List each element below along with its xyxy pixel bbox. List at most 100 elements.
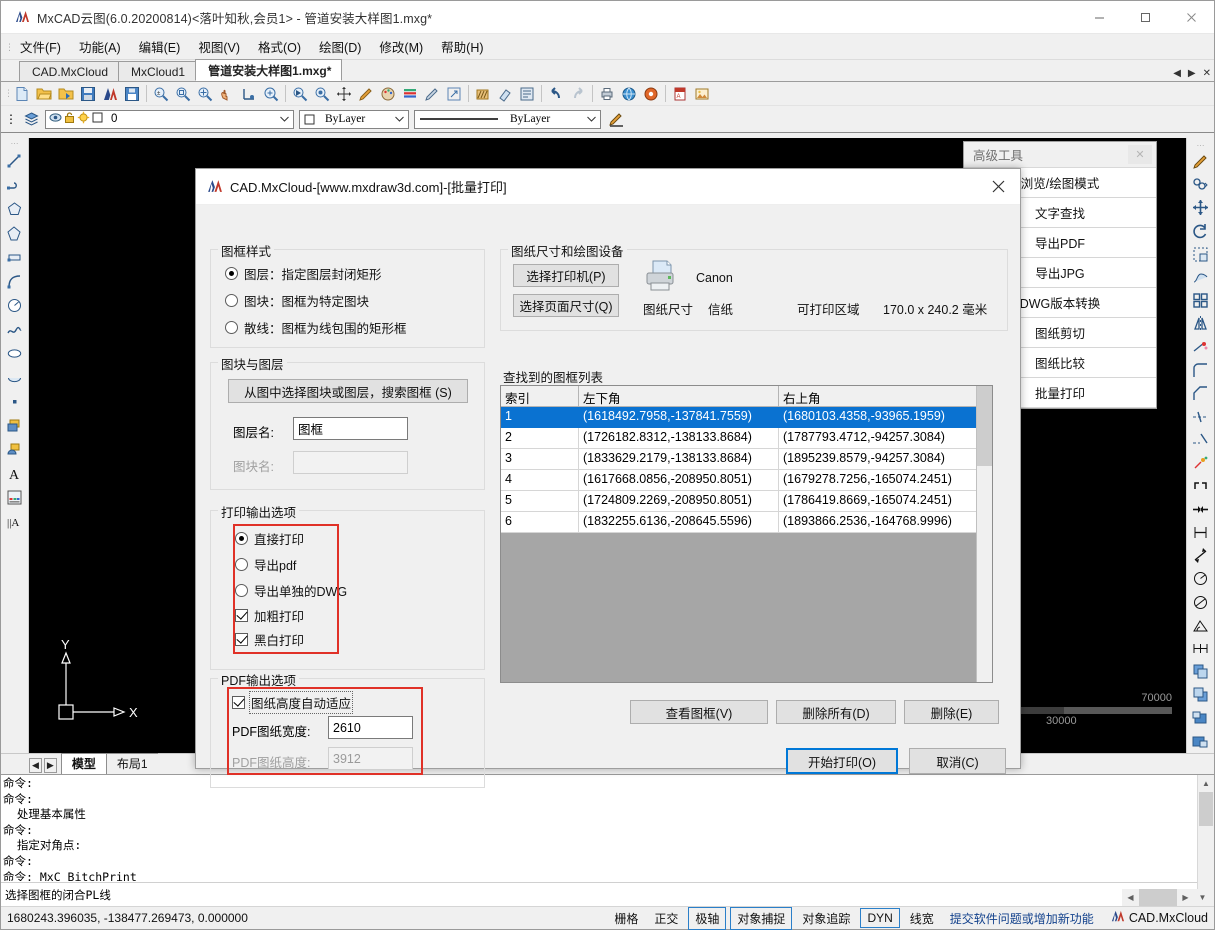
color-combo-chevron-down-icon[interactable] xyxy=(394,114,405,125)
layout-tab-layout1[interactable]: 布局1 xyxy=(105,753,158,774)
select-page-size-button[interactable]: 选择页面尺寸(Q) xyxy=(513,294,619,317)
linetype-combo-chevron-down-icon[interactable] xyxy=(586,114,597,125)
menu-function[interactable]: 功能(A) xyxy=(70,34,130,59)
save-icon[interactable] xyxy=(77,83,99,105)
menu-view[interactable]: 视图(V) xyxy=(189,34,249,59)
join-icon[interactable] xyxy=(1189,498,1213,521)
arc-icon[interactable] xyxy=(3,269,27,293)
stretch-icon[interactable] xyxy=(1189,266,1213,289)
frame-style-option-layer[interactable]: 图层：指定图层封闭矩形 xyxy=(225,264,382,283)
command-horizontal-scrollbar[interactable]: ◀ ▶ ▼ xyxy=(1122,889,1214,906)
save-copy-icon[interactable] xyxy=(121,83,143,105)
maximize-button[interactable] xyxy=(1122,1,1168,34)
save-as-mxcad-icon[interactable] xyxy=(99,83,121,105)
frame-list-col-index[interactable]: 索引 xyxy=(501,386,579,407)
polyline-icon[interactable] xyxy=(3,173,27,197)
zoom-extents-icon[interactable] xyxy=(172,83,194,105)
ucs-icon[interactable] xyxy=(238,83,260,105)
scroll-thumb-horizontal[interactable] xyxy=(1139,889,1177,906)
open-file-icon[interactable] xyxy=(33,83,55,105)
doc-tab-cad-mxcloud[interactable]: CAD.MxCloud xyxy=(19,61,120,81)
web-icon[interactable] xyxy=(618,83,640,105)
send-backward-icon[interactable] xyxy=(1189,730,1213,753)
scroll-left-icon[interactable]: ◀ xyxy=(1122,889,1139,906)
diameter-dimension-icon[interactable] xyxy=(1189,591,1213,614)
polygon-icon[interactable] xyxy=(3,197,27,221)
status-toggle-ortho[interactable]: 正交 xyxy=(648,908,684,929)
zoom-window-icon[interactable]: ± xyxy=(150,83,172,105)
array-icon[interactable] xyxy=(1189,289,1213,312)
select-window-icon[interactable] xyxy=(289,83,311,105)
layout-next-icon[interactable]: ▶ xyxy=(43,758,57,773)
menu-edit[interactable]: 编辑(E) xyxy=(130,34,190,59)
undo-icon[interactable] xyxy=(545,83,567,105)
rotate-icon[interactable] xyxy=(1189,220,1213,243)
single-text-icon[interactable]: A xyxy=(3,461,27,485)
advanced-tools-close-icon[interactable]: ✕ xyxy=(1128,145,1152,164)
zoom-previous-icon[interactable] xyxy=(311,83,333,105)
explode-icon[interactable] xyxy=(1189,336,1213,359)
frame-list-control[interactable]: 索引 左下角 右上角 1 (1618492.7958,-137841.7559)… xyxy=(500,385,993,683)
doc-tab-active-drawing[interactable]: 管道安装大样图1.mxg* xyxy=(195,59,343,81)
irregular-polygon-icon[interactable] xyxy=(3,221,27,245)
pdf-width-input[interactable]: 2610 xyxy=(328,716,413,739)
linetype-combo[interactable]: ByLayer xyxy=(414,109,601,129)
print-option-export-pdf[interactable]: 导出pdf xyxy=(235,555,296,574)
menu-format[interactable]: 格式(O) xyxy=(249,34,310,59)
minimize-button[interactable] xyxy=(1076,1,1122,34)
command-vertical-scrollbar[interactable]: ▲ xyxy=(1197,775,1214,906)
continuous-dimension-icon[interactable] xyxy=(1189,637,1213,660)
copy-icon[interactable] xyxy=(1189,173,1213,196)
frame-list-col-upper-right[interactable]: 右上角 xyxy=(779,386,979,407)
move-icon[interactable] xyxy=(1189,196,1213,219)
frame-list-scrollbar[interactable] xyxy=(976,386,992,682)
angular-dimension-icon[interactable] xyxy=(1189,614,1213,637)
view-frame-button[interactable]: 查看图框(V) xyxy=(630,700,768,724)
layout-prev-icon[interactable]: ◀ xyxy=(29,758,42,773)
layer-name-input[interactable]: 图框 xyxy=(293,417,408,440)
search-frame-button[interactable]: 从图中选择图块或图层，搜索图框 (S) xyxy=(228,379,468,403)
zoom-all-icon[interactable] xyxy=(194,83,216,105)
extend-icon[interactable] xyxy=(1189,428,1213,451)
menu-help[interactable]: 帮助(H) xyxy=(432,34,492,59)
start-print-button[interactable]: 开始打印(O) xyxy=(786,748,898,774)
layer-freeze-icon[interactable] xyxy=(77,111,90,127)
erase-icon[interactable] xyxy=(494,83,516,105)
scroll-thumb[interactable] xyxy=(977,386,992,466)
properties-icon[interactable] xyxy=(516,83,538,105)
status-toggle-lineweight[interactable]: 线宽 xyxy=(904,908,940,929)
layer-combo[interactable]: 0 xyxy=(45,109,294,129)
close-button[interactable] xyxy=(1168,1,1214,34)
status-toggle-osnap[interactable]: 对象捕捉 xyxy=(730,906,793,930)
create-block-icon[interactable] xyxy=(3,437,27,461)
dialog-close-icon[interactable] xyxy=(976,169,1020,204)
tab-close-icon[interactable]: ✕ xyxy=(1203,68,1211,79)
frame-style-option-block[interactable]: 图块：图框为特定图块 xyxy=(225,291,369,310)
color-combo[interactable]: ByLayer xyxy=(299,109,409,129)
text-style-icon[interactable]: ||A xyxy=(3,509,27,533)
move-icon[interactable] xyxy=(333,83,355,105)
rectangle-icon[interactable] xyxy=(3,245,27,269)
doc-tab-mxcloud1[interactable]: MxCloud1 xyxy=(118,61,197,81)
print-icon[interactable] xyxy=(596,83,618,105)
frame-list-col-lower-left[interactable]: 左下角 xyxy=(579,386,779,407)
layer-manager-icon[interactable] xyxy=(20,108,42,130)
tab-prev-icon[interactable]: ◀ xyxy=(1173,68,1181,79)
feedback-link[interactable]: 提交软件问题或增加新功能 xyxy=(944,908,1100,929)
status-toggle-grid[interactable]: 栅格 xyxy=(608,908,644,929)
frame-style-option-lines[interactable]: 散线：图框为线包围的矩形框 xyxy=(225,318,407,337)
divide-icon[interactable] xyxy=(1189,451,1213,474)
scroll-right-icon[interactable]: ▶ xyxy=(1177,889,1194,906)
scroll-thumb[interactable] xyxy=(1199,792,1213,826)
export-jpg-icon[interactable] xyxy=(691,83,713,105)
new-file-icon[interactable] xyxy=(11,83,33,105)
select-printer-button[interactable]: 选择打印机(P) xyxy=(513,264,619,287)
frame-list-row[interactable]: 6 (1832255.6136,-208645.5596) (1893866.2… xyxy=(501,512,992,533)
multiline-text-icon[interactable] xyxy=(3,485,27,509)
ellipse-icon[interactable] xyxy=(3,341,27,365)
insert-block-icon[interactable] xyxy=(3,413,27,437)
layer-list-icon[interactable] xyxy=(399,83,421,105)
point-icon[interactable] xyxy=(3,389,27,413)
break-icon[interactable] xyxy=(1189,475,1213,498)
mirror-icon[interactable] xyxy=(1189,312,1213,335)
